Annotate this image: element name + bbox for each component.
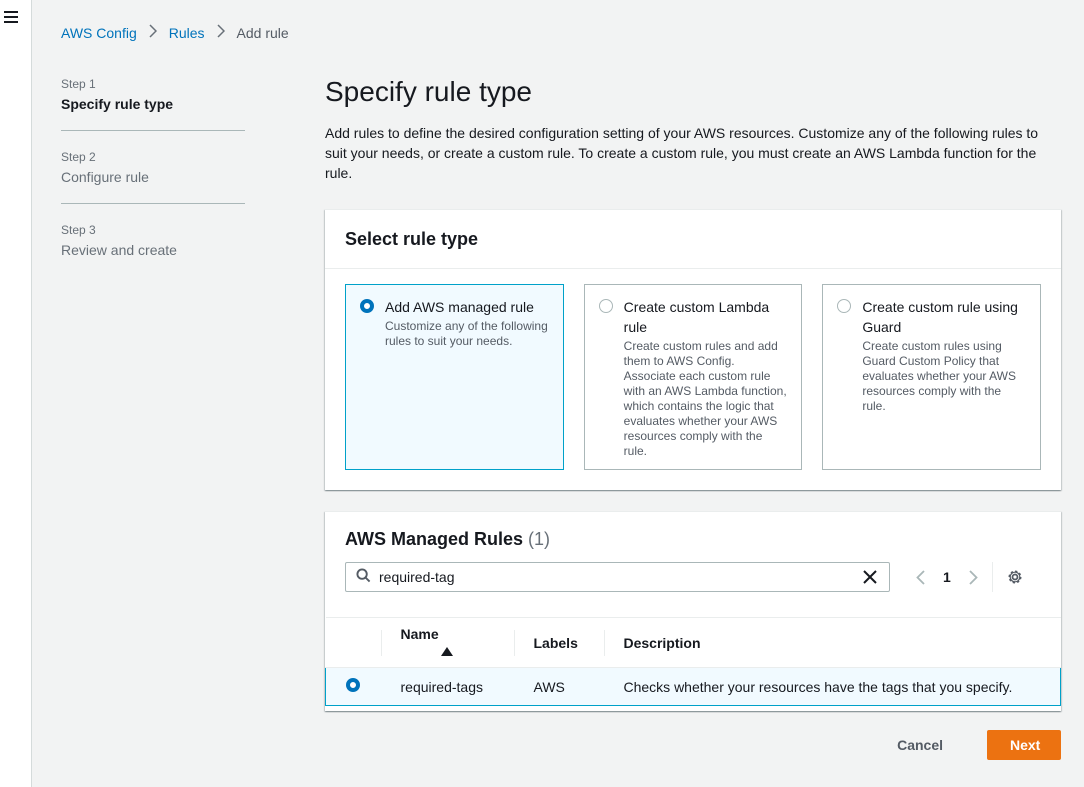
breadcrumb-link-rules[interactable]: Rules: [169, 25, 205, 41]
column-header-description: Description: [603, 617, 1061, 668]
tile-description: Create custom rules using Guard Custom P…: [862, 339, 1016, 413]
select-column-header: [325, 617, 381, 668]
rule-description: Checks whether your resources have the t…: [603, 667, 1061, 706]
wizard-actions: Cancel Next: [877, 730, 1061, 760]
rule-name: required-tags: [380, 667, 514, 706]
column-label: Labels: [533, 634, 578, 651]
row-select-cell: [325, 667, 381, 706]
breadcrumb-link-aws-config[interactable]: AWS Config: [61, 25, 137, 41]
step-number: Step 1: [61, 77, 96, 91]
clear-icon[interactable]: [861, 568, 879, 586]
tile-title: Add AWS managed rule: [385, 299, 534, 315]
page-description: Add rules to define the desired configur…: [325, 125, 1039, 181]
column-header-name[interactable]: Name: [380, 617, 514, 668]
select-rule-type-panel: Select rule type Add AWS managed rule Cu…: [325, 209, 1061, 490]
panel-header: AWS Managed Rules (1): [325, 512, 1061, 562]
chevron-right-icon[interactable]: [969, 569, 978, 585]
wizard-step-2: Step 2 Configure rule: [61, 149, 245, 204]
step-title: Configure rule: [61, 169, 149, 185]
column-header-labels: Labels: [513, 617, 604, 668]
chevron-right-icon: [149, 24, 157, 41]
chevron-left-icon[interactable]: [916, 569, 925, 585]
page-title: Specify rule type: [325, 76, 532, 107]
divider: [991, 562, 993, 592]
tile-custom-guard-rule[interactable]: Create custom rule using Guard Create cu…: [822, 284, 1042, 470]
pagination: 1: [916, 569, 978, 585]
tile-title: Create custom rule using Guard: [862, 299, 1018, 335]
rule-count: (1): [528, 529, 551, 549]
breadcrumb-current: Add rule: [236, 24, 289, 41]
tile-title: Create custom Lambda rule: [623, 299, 770, 335]
search-input[interactable]: [379, 569, 861, 585]
step-title: Specify rule type: [61, 96, 174, 112]
step-number: Step 3: [61, 223, 96, 237]
table-header-row: Name Labels Description: [325, 617, 1061, 668]
search-box: [345, 562, 890, 592]
chevron-right-icon: [217, 24, 225, 41]
gear-icon[interactable]: [1007, 569, 1023, 585]
page-number[interactable]: 1: [943, 569, 951, 585]
aws-managed-rules-panel: AWS Managed Rules (1) 1: [325, 511, 1061, 711]
column-label: Description: [623, 634, 701, 651]
rule-labels: AWS: [513, 667, 604, 706]
search-icon: [356, 568, 371, 586]
filter-row: 1: [325, 562, 1061, 592]
wizard-step-1[interactable]: Step 1 Specify rule type: [61, 76, 245, 131]
step-number: Step 2: [61, 150, 96, 164]
next-button[interactable]: Next: [987, 730, 1061, 760]
tile-description: Customize any of the following rules to …: [385, 319, 548, 348]
rule-type-tiles: Add AWS managed rule Customize any of th…: [325, 269, 1061, 490]
panel-header: Select rule type: [325, 210, 1061, 269]
managed-rules-table: Name Labels Description required-tags AW…: [325, 617, 1061, 706]
cancel-button[interactable]: Cancel: [877, 730, 963, 760]
panel-title: AWS Managed Rules: [345, 529, 524, 549]
wizard-steps: Step 1 Specify rule type Step 2 Configur…: [61, 76, 245, 294]
tile-aws-managed-rule[interactable]: Add AWS managed rule Customize any of th…: [345, 284, 564, 470]
tile-description: Create custom rules and add them to AWS …: [623, 339, 787, 458]
breadcrumb: AWS Config Rules Add rule: [61, 24, 289, 41]
sort-ascending-icon[interactable]: [440, 643, 453, 659]
radio-button[interactable]: [346, 678, 360, 692]
wizard-step-3: Step 3 Review and create: [61, 222, 245, 276]
radio-button[interactable]: [360, 299, 374, 313]
radio-button[interactable]: [598, 299, 613, 313]
main-content: Specify rule type Add rules to define th…: [325, 74, 1061, 760]
menu-icon[interactable]: [4, 11, 18, 26]
column-label: Name: [400, 625, 439, 642]
side-navigation-rail: [0, 0, 32, 787]
radio-button[interactable]: [837, 299, 852, 313]
tile-custom-lambda-rule[interactable]: Create custom Lambda rule Create custom …: [583, 284, 803, 470]
step-title: Review and create: [61, 242, 177, 258]
table-row[interactable]: required-tags AWS Checks whether your re…: [325, 667, 1061, 706]
